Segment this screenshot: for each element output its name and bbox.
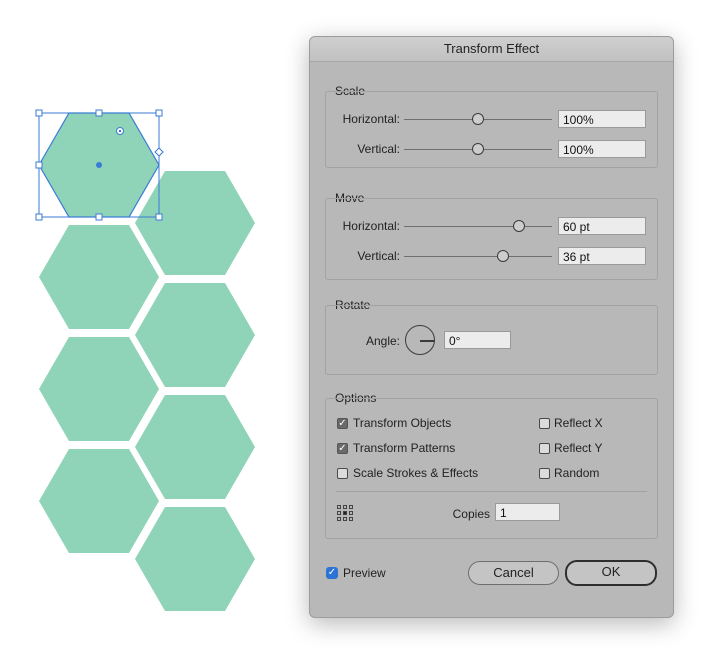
move-horizontal-slider-track[interactable]	[404, 226, 552, 227]
hexagon-copy-5[interactable]	[135, 395, 255, 499]
hexagon-copy-1[interactable]	[135, 171, 255, 275]
angle-dial-icon[interactable]	[405, 325, 435, 355]
transform-patterns-checkbox[interactable]: ✓	[337, 443, 348, 454]
scale-strokes-checkbox[interactable]	[337, 468, 348, 479]
resize-handle-bm[interactable]	[95, 213, 103, 221]
hexagon-copy-7[interactable]	[135, 507, 255, 611]
move-horizontal-input[interactable]: 60 pt	[558, 217, 646, 235]
hexagon-copy-4[interactable]	[39, 337, 159, 441]
scale-vertical-label: Vertical:	[357, 142, 400, 156]
move-horizontal-label: Horizontal:	[342, 219, 400, 233]
angle-label: Angle:	[365, 334, 400, 348]
hexagon-copies	[39, 171, 255, 611]
scale-horizontal-input[interactable]: 100%	[558, 110, 646, 128]
move-vertical-input[interactable]: 36 pt	[558, 247, 646, 265]
live-corner-widget-dot	[118, 129, 122, 133]
scale-horizontal-label: Horizontal:	[342, 112, 400, 126]
resize-handle-bl[interactable]	[35, 213, 43, 221]
move-horizontal-slider-thumb[interactable]	[512, 220, 525, 232]
reflect-y-label: Reflect Y	[554, 441, 603, 455]
angle-input[interactable]: 0°	[444, 331, 511, 349]
preview-checkbox[interactable]: ✓	[326, 567, 338, 579]
scale-vertical-slider-thumb[interactable]	[471, 143, 484, 155]
move-vertical-slider-track[interactable]	[404, 256, 552, 257]
artboard[interactable]	[0, 0, 300, 649]
scale-strokes-label: Scale Strokes & Effects	[353, 466, 479, 480]
copies-input[interactable]: 1	[495, 503, 560, 521]
resize-handle-tl[interactable]	[35, 109, 43, 117]
transform-patterns-label: Transform Patterns	[353, 441, 456, 455]
reflect-x-label: Reflect X	[554, 416, 603, 430]
transform-objects-checkbox[interactable]: ✓	[337, 418, 348, 429]
hexagon-copy-6[interactable]	[39, 449, 159, 553]
resize-handle-tm[interactable]	[95, 109, 103, 117]
hexagon-copy-3[interactable]	[135, 283, 255, 387]
corner-widget-diamond[interactable]	[154, 147, 164, 157]
reference-point-icon[interactable]	[336, 504, 354, 522]
dialog-title: Transform Effect	[310, 37, 673, 62]
center-point	[96, 162, 102, 168]
selected-hexagon[interactable]	[35, 109, 164, 221]
scale-horizontal-slider-thumb[interactable]	[471, 113, 484, 125]
random-label: Random	[554, 466, 600, 480]
move-group	[325, 198, 658, 280]
transform-objects-label: Transform Objects	[353, 416, 452, 430]
hexagon-copy-2[interactable]	[39, 225, 159, 329]
reflect-y-checkbox[interactable]	[539, 443, 550, 454]
copies-label: Copies	[452, 507, 490, 521]
reflect-x-checkbox[interactable]	[539, 418, 550, 429]
move-vertical-slider-thumb[interactable]	[496, 250, 509, 262]
transform-effect-dialog: Transform Effect Scale Horizontal: 100% …	[309, 36, 674, 618]
preview-label: Preview	[343, 566, 386, 580]
resize-handle-tr[interactable]	[155, 109, 163, 117]
resize-handle-br[interactable]	[155, 213, 163, 221]
move-vertical-label: Vertical:	[357, 249, 400, 263]
scale-vertical-input[interactable]: 100%	[558, 140, 646, 158]
random-checkbox[interactable]	[539, 468, 550, 479]
resize-handle-ml[interactable]	[35, 161, 43, 169]
cancel-button[interactable]: Cancel	[468, 561, 559, 585]
options-separator	[336, 491, 647, 492]
ok-button[interactable]: OK	[565, 560, 657, 586]
